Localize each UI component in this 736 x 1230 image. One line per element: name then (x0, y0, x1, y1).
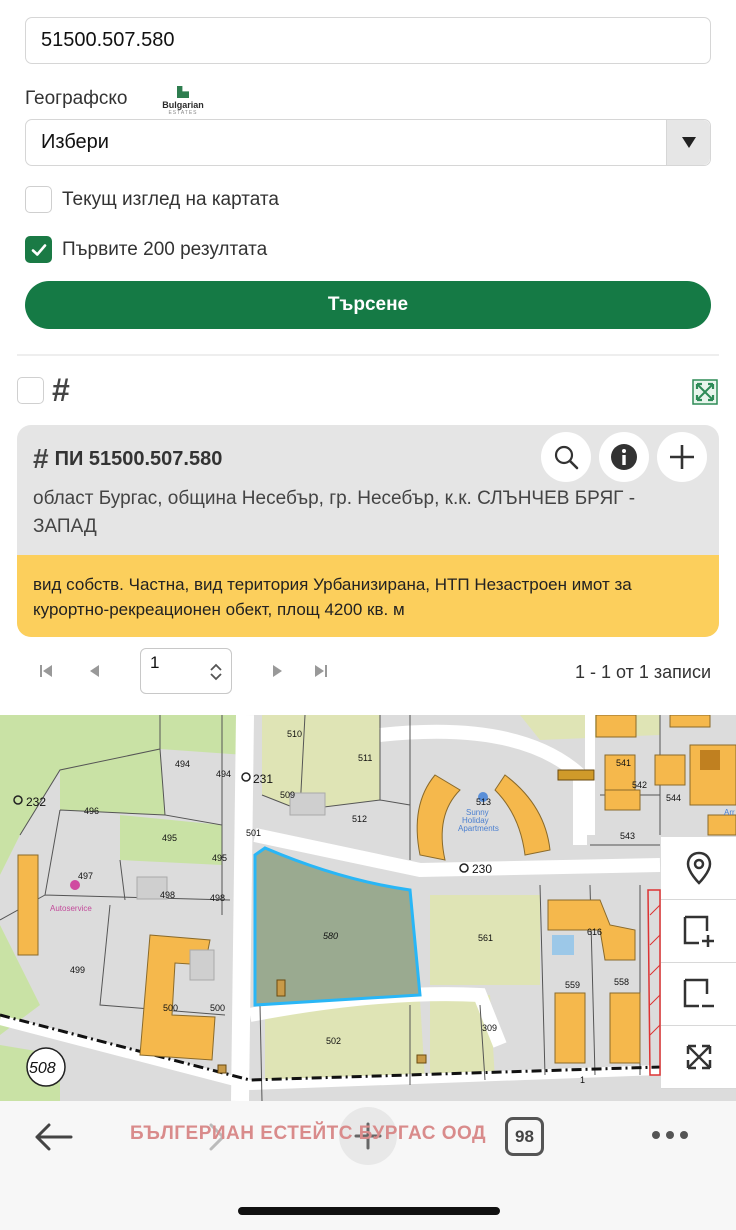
zoom-out-box-button[interactable] (661, 963, 736, 1026)
map-label-499: 499 (70, 965, 85, 975)
map-label-231: 231 (253, 772, 273, 786)
page-number-input[interactable]: 1 (140, 648, 232, 694)
map-label-559: 559 (565, 980, 580, 990)
map-label-558: 558 (614, 977, 629, 987)
back-arrow-icon[interactable] (33, 1121, 73, 1153)
page-spinner-icon[interactable] (210, 663, 222, 681)
cadastral-map[interactable]: 494 494 496 495 495 497 498 498 499 500 … (0, 715, 736, 1101)
page-number: 1 (150, 653, 160, 672)
map-label-508: 508 (29, 1060, 56, 1077)
map-label-502: 502 (326, 1036, 341, 1046)
map-label-542: 542 (632, 780, 647, 790)
result-details: вид собств. Частна, вид територия Урбани… (17, 555, 719, 637)
map-label-580: 580 (323, 931, 338, 941)
zoom-box-minus-icon (683, 978, 714, 1008)
current-view-label: Текущ изглед на картата (62, 188, 279, 210)
watermark-text: БЪЛГЕРИАН ЕСТЕЙТС БУРГАС ООД (130, 1123, 487, 1144)
map-label-511: 511 (358, 753, 372, 763)
map-label-513: 513 (476, 797, 491, 807)
map-label-561: 561 (478, 933, 493, 943)
map-label-512: 512 (352, 814, 367, 824)
geo-object-select[interactable]: Избери (25, 119, 711, 166)
home-indicator (238, 1207, 500, 1215)
map-label-500b: 500 (210, 1003, 225, 1013)
map-label-544: 544 (666, 793, 681, 803)
result-title-text: ПИ 51500.507.580 (54, 447, 223, 470)
current-view-checkbox[interactable] (25, 186, 52, 213)
map-label-494a: 494 (175, 759, 190, 769)
prev-page-icon[interactable] (88, 664, 100, 678)
zoom-in-box-button[interactable] (661, 900, 736, 963)
grid-icon: # (33, 443, 49, 474)
caret-down-icon (681, 137, 696, 148)
add-button[interactable] (657, 432, 707, 482)
zoom-to-results-icon[interactable] (692, 379, 718, 405)
locate-me-button[interactable] (661, 837, 736, 900)
map-label-510: 510 (287, 729, 302, 739)
result-actions (541, 432, 707, 482)
pager: 1 1 - 1 от 1 записи (36, 648, 711, 696)
map-tools (661, 837, 736, 1089)
map-label-495b: 495 (212, 853, 227, 863)
info-icon (611, 444, 637, 470)
map-label-498a: 498 (160, 890, 175, 900)
map-label-309: 309 (482, 1023, 497, 1033)
map-label-509: 509 (280, 790, 295, 800)
map-label-494b: 494 (216, 769, 231, 779)
tabs-button[interactable]: 98 (505, 1117, 544, 1156)
map-label-arr: Arr (724, 808, 735, 817)
checkmark-icon (31, 243, 46, 256)
map-label-hotel-3: Apartments (458, 824, 499, 833)
logo-sub: ESTATES (168, 110, 198, 116)
records-count: 1 - 1 от 1 записи (574, 662, 711, 682)
full-extent-button[interactable] (661, 1026, 736, 1089)
info-button[interactable] (599, 432, 649, 482)
expand-arrows-icon (686, 1044, 711, 1070)
map-label-616: 616 (587, 927, 602, 937)
next-page-icon[interactable] (272, 664, 284, 678)
map-label-498b: 498 (210, 893, 225, 903)
search-icon (554, 445, 579, 470)
first200-label: Първите 200 резултата (62, 238, 268, 260)
current-view-option[interactable]: Текущ изглед на картата (25, 186, 279, 213)
geo-label-start: Географско (25, 88, 128, 109)
select-value: Избери (41, 131, 109, 153)
map-label-495a: 495 (162, 833, 177, 843)
map-label-501: 501 (246, 828, 261, 838)
select-all-checkbox[interactable] (17, 377, 44, 404)
map-label-1: 1 (580, 1075, 585, 1085)
map-label-541: 541 (616, 758, 631, 768)
map-label-543: 543 (620, 831, 635, 841)
cadastre-id-input[interactable]: 51500.507.580 (25, 17, 711, 64)
bulgarian-estates-logo: Bulgarian ESTATES (140, 80, 226, 122)
plus-icon (670, 445, 694, 469)
last-page-icon[interactable] (314, 664, 328, 678)
map-label-autoservice: Autoservice (50, 904, 92, 913)
search-button[interactable]: Търсене (25, 281, 711, 329)
grid-icon[interactable]: # (52, 372, 70, 409)
logo-mark-icon (177, 86, 189, 98)
location-pin-icon (686, 851, 711, 885)
section-divider (17, 354, 719, 356)
browser-bottom-bar: БЪЛГЕРИАН ЕСТЕЙТС БУРГАС ООД 98 (0, 1101, 736, 1230)
map-label-500a: 500 (163, 1003, 178, 1013)
result-title[interactable]: # ПИ 51500.507.580 (33, 443, 222, 475)
result-card: # ПИ 51500.507.580 област Бургас, община… (17, 425, 719, 637)
map-canvas[interactable]: 494 494 496 495 495 497 498 498 499 500 … (0, 715, 736, 1101)
first200-option[interactable]: Първите 200 резултата (25, 236, 267, 263)
map-label-497: 497 (78, 871, 93, 881)
select-dropdown-button[interactable] (666, 120, 710, 165)
logo-name: Bulgarian (162, 100, 204, 110)
map-label-232: 232 (26, 795, 46, 809)
result-address: област Бургас, община Несебър, гр. Несеб… (33, 488, 636, 537)
locate-button[interactable] (541, 432, 591, 482)
first-page-icon[interactable] (39, 664, 53, 678)
zoom-box-plus-icon (683, 915, 714, 947)
map-label-230: 230 (472, 862, 492, 876)
first200-checkbox[interactable] (25, 236, 52, 263)
map-label-496: 496 (84, 806, 99, 816)
more-menu-icon[interactable] (650, 1129, 690, 1141)
tabs-count: 98 (515, 1126, 534, 1146)
